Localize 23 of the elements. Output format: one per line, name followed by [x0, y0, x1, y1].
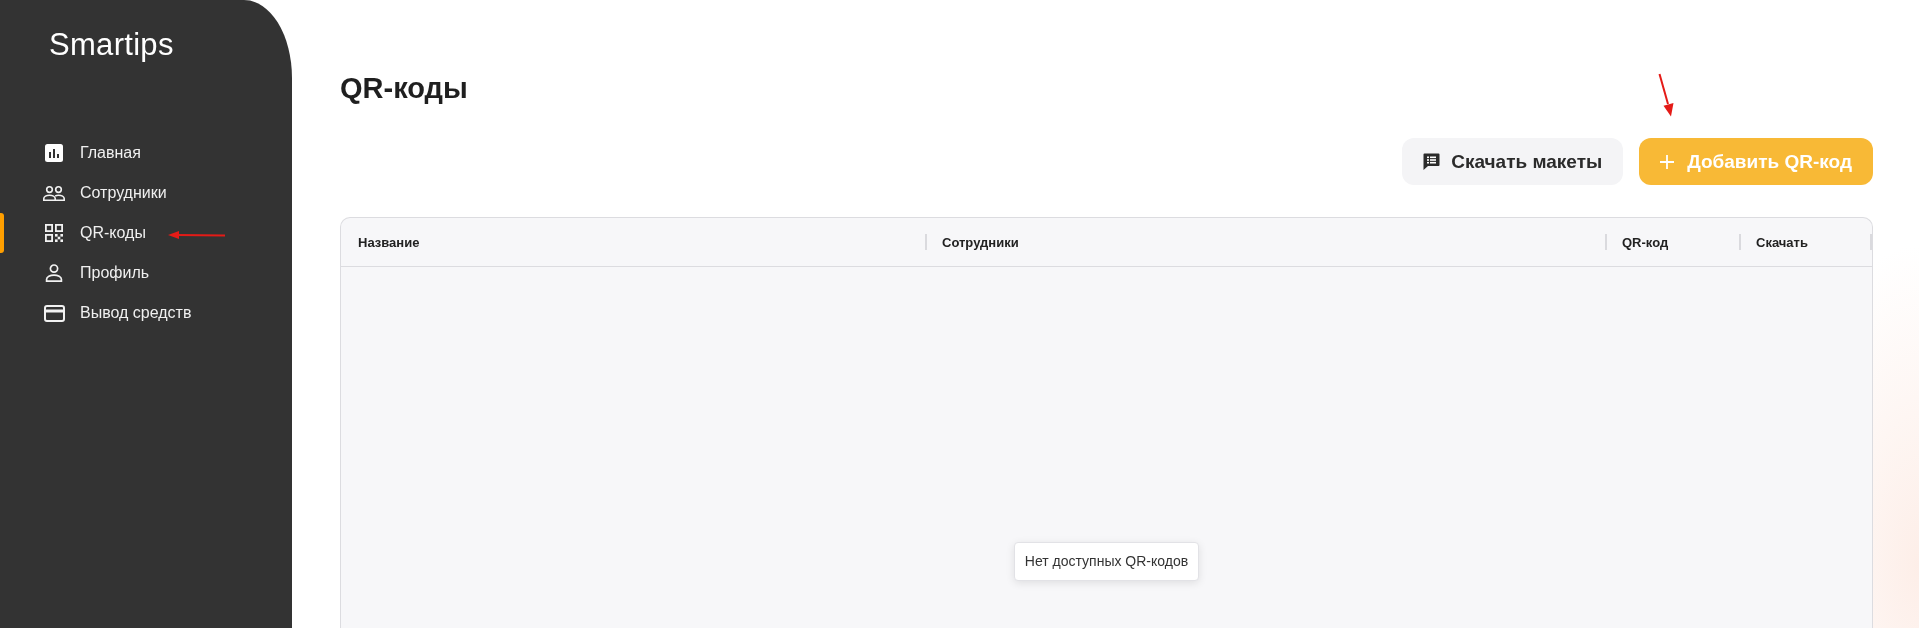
- column-header: Скачать: [1756, 234, 1808, 250]
- qr-code-icon: [45, 224, 63, 242]
- app-logo: Smartips: [49, 26, 174, 64]
- column-header: Название: [358, 234, 420, 250]
- column-header: QR-код: [1622, 234, 1669, 250]
- people-icon: [43, 185, 65, 201]
- person-icon: [45, 264, 63, 282]
- empty-message: Нет доступных QR-кодов: [1013, 542, 1200, 581]
- nav-item[interactable]: Профиль: [0, 253, 154, 293]
- bar-chart-icon: [45, 144, 63, 162]
- message-icon: [1423, 153, 1441, 170]
- nav-item[interactable]: QR-коды: [0, 213, 150, 253]
- active-indicator: [0, 213, 4, 253]
- nav-item[interactable]: Вывод средств: [0, 293, 196, 333]
- plus-icon: [1660, 154, 1675, 169]
- download-button[interactable]: Скачать макеты: [1402, 138, 1624, 185]
- nav-item[interactable]: Сотрудники: [0, 173, 171, 213]
- column-header: Сотрудники: [942, 234, 1019, 250]
- annotation-arrow: [1658, 73, 1675, 117]
- nav-item[interactable]: Главная: [0, 133, 145, 173]
- page-title: QR-коды: [340, 71, 468, 106]
- annotation-arrow: [167, 229, 226, 240]
- card-icon: [43, 304, 65, 322]
